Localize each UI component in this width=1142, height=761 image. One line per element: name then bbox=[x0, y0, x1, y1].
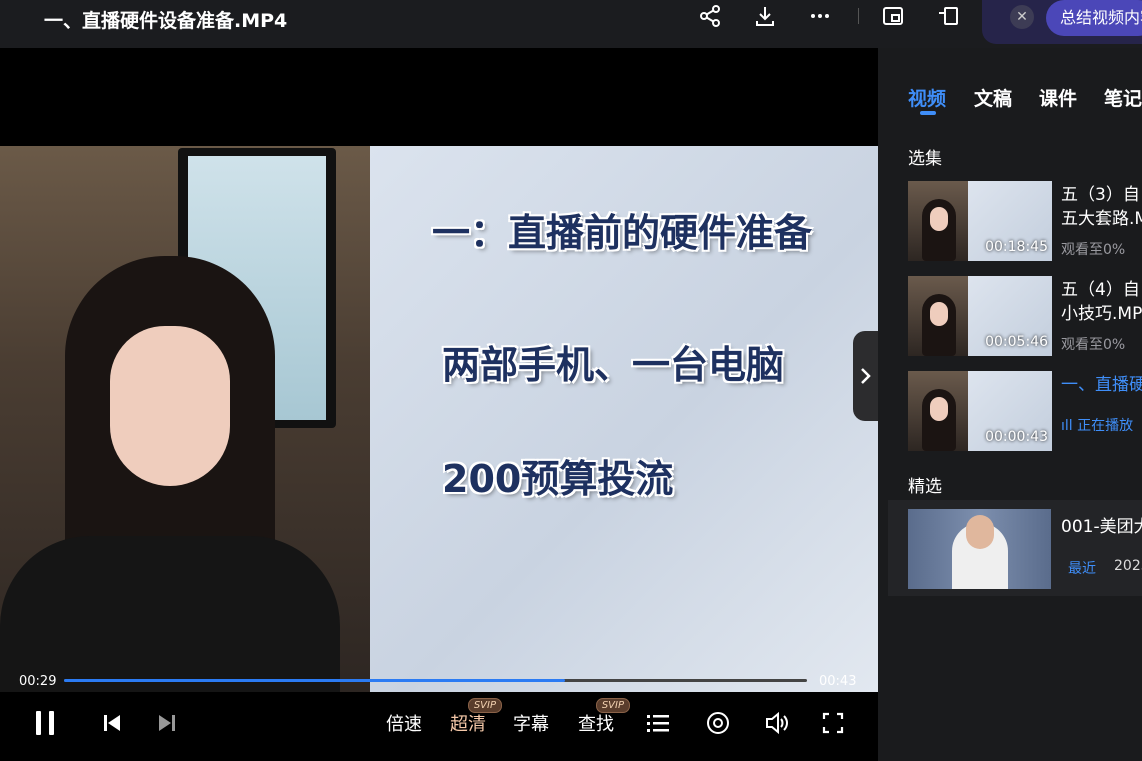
search-label: 查找 bbox=[578, 714, 614, 735]
skip-next-icon bbox=[159, 715, 175, 731]
total-time: 00:43 bbox=[819, 674, 857, 689]
tab-notes[interactable]: 笔记 bbox=[1104, 84, 1142, 111]
episode-duration: 00:00:43 bbox=[985, 429, 1048, 445]
speed-label: 倍速 bbox=[386, 714, 422, 735]
featured-recent-tag: 最近 bbox=[1068, 561, 1096, 577]
current-time: 00:29 bbox=[19, 674, 57, 689]
quality-label: 超清 bbox=[450, 714, 486, 735]
mini-window-icon[interactable] bbox=[935, 2, 963, 30]
speed-button[interactable]: 倍速 bbox=[384, 708, 424, 738]
download-icon[interactable] bbox=[751, 2, 779, 30]
picture-in-picture-icon[interactable] bbox=[879, 2, 907, 30]
volume-button[interactable] bbox=[763, 708, 791, 738]
episode-thumbnail: 00:18:45 bbox=[908, 181, 1052, 261]
tab-video[interactable]: 视频 bbox=[908, 84, 946, 111]
volume-icon bbox=[766, 711, 788, 735]
presenter-body bbox=[0, 536, 340, 692]
slide-point-2: 200预算投流 bbox=[442, 457, 674, 501]
episode-item-current[interactable]: 00:00:43 一、直播硬 ıll 正在播放 bbox=[908, 371, 1142, 451]
progress-fill bbox=[64, 679, 565, 682]
video-player-app: 一、直播硬件设备准备.MP4 ✕ 总结视频内容 bbox=[0, 0, 1142, 761]
tab-transcript[interactable]: 文稿 bbox=[974, 84, 1012, 111]
search-button[interactable]: 查找 SVIP bbox=[576, 698, 630, 738]
playlist-button[interactable] bbox=[644, 708, 672, 738]
progress-bar[interactable] bbox=[64, 679, 807, 682]
equalizer-icon: ıll bbox=[1061, 418, 1078, 434]
episode-title: 五（4）自 小技巧.MP bbox=[1061, 280, 1142, 324]
chevron-right-icon bbox=[860, 368, 871, 384]
episode-duration: 00:05:46 bbox=[985, 334, 1048, 350]
episode-thumbnail: 00:00:43 bbox=[908, 371, 1052, 451]
toolbar-divider bbox=[858, 8, 859, 24]
fullscreen-icon bbox=[822, 712, 844, 734]
episode-watch-progress: 观看至0% bbox=[1061, 242, 1126, 258]
fullscreen-button[interactable] bbox=[819, 708, 847, 738]
pause-button[interactable] bbox=[30, 708, 60, 738]
more-icon[interactable] bbox=[806, 2, 834, 30]
presenter-figure bbox=[0, 256, 340, 692]
video-area[interactable]: 一：直播前的硬件准备 两部手机、一台电脑 200预算投流 00:29 00:43… bbox=[0, 48, 878, 761]
tab-courseware[interactable]: 课件 bbox=[1039, 84, 1077, 111]
subtitle-label: 字幕 bbox=[513, 714, 549, 735]
episode-item[interactable]: 00:05:46 五（4）自 小技巧.MP 观看至0% bbox=[908, 276, 1142, 356]
next-button[interactable] bbox=[153, 708, 181, 738]
side-panel: 视频 文稿 课件 笔记 选集 00:18:45 五（3）自 五大套路.M 观看至… bbox=[878, 48, 1142, 761]
video-title: 一、直播硬件设备准备.MP4 bbox=[44, 10, 288, 32]
quality-svip-badge: SVIP bbox=[467, 698, 502, 713]
featured-section-label: 精选 bbox=[908, 477, 942, 497]
featured-date: 2025 bbox=[1114, 558, 1142, 574]
episode-watch-progress: 观看至0% bbox=[1061, 337, 1126, 353]
episode-title: 一、直播硬 bbox=[1061, 375, 1142, 395]
next-episode-arrow[interactable] bbox=[853, 331, 878, 421]
slide-heading: 一：直播前的硬件准备 bbox=[432, 211, 813, 255]
featured-thumbnail bbox=[908, 509, 1051, 589]
pause-icon bbox=[36, 711, 54, 735]
now-playing-status: ıll 正在播放 bbox=[1061, 418, 1134, 434]
top-bar: 一、直播硬件设备准备.MP4 ✕ 总结视频内容 bbox=[0, 0, 1142, 48]
close-summary-button[interactable]: ✕ bbox=[1010, 5, 1034, 29]
featured-title: 001-美团大 bbox=[1061, 517, 1142, 537]
settings-icon bbox=[707, 712, 729, 734]
settings-button[interactable] bbox=[704, 708, 732, 738]
share-icon[interactable] bbox=[696, 2, 724, 30]
episode-item[interactable]: 00:18:45 五（3）自 五大套路.M 观看至0% bbox=[908, 181, 1142, 261]
list-icon bbox=[647, 715, 669, 732]
active-tab-indicator bbox=[920, 111, 936, 115]
subtitle-button[interactable]: 字幕 bbox=[511, 708, 551, 738]
episode-duration: 00:18:45 bbox=[985, 239, 1048, 255]
summarize-video-button[interactable]: 总结视频内容 bbox=[1046, 0, 1142, 36]
quality-button[interactable]: 超清 SVIP bbox=[448, 698, 502, 738]
slide-point-1: 两部手机、一台电脑 bbox=[442, 343, 785, 387]
slide-panel: 一：直播前的硬件准备 两部手机、一台电脑 200预算投流 bbox=[370, 146, 878, 692]
presenter-video bbox=[0, 146, 370, 692]
video-frame[interactable]: 一：直播前的硬件准备 两部手机、一台电脑 200预算投流 bbox=[0, 146, 878, 692]
skip-previous-icon bbox=[104, 715, 120, 731]
presenter-face bbox=[110, 326, 230, 486]
search-svip-badge: SVIP bbox=[595, 698, 630, 713]
episodes-section-label: 选集 bbox=[908, 149, 942, 169]
featured-item[interactable]: 001-美团大 最近 2025 bbox=[888, 500, 1142, 596]
episode-title: 五（3）自 五大套路.M bbox=[1061, 185, 1142, 229]
episode-thumbnail: 00:05:46 bbox=[908, 276, 1052, 356]
previous-button[interactable] bbox=[98, 708, 126, 738]
